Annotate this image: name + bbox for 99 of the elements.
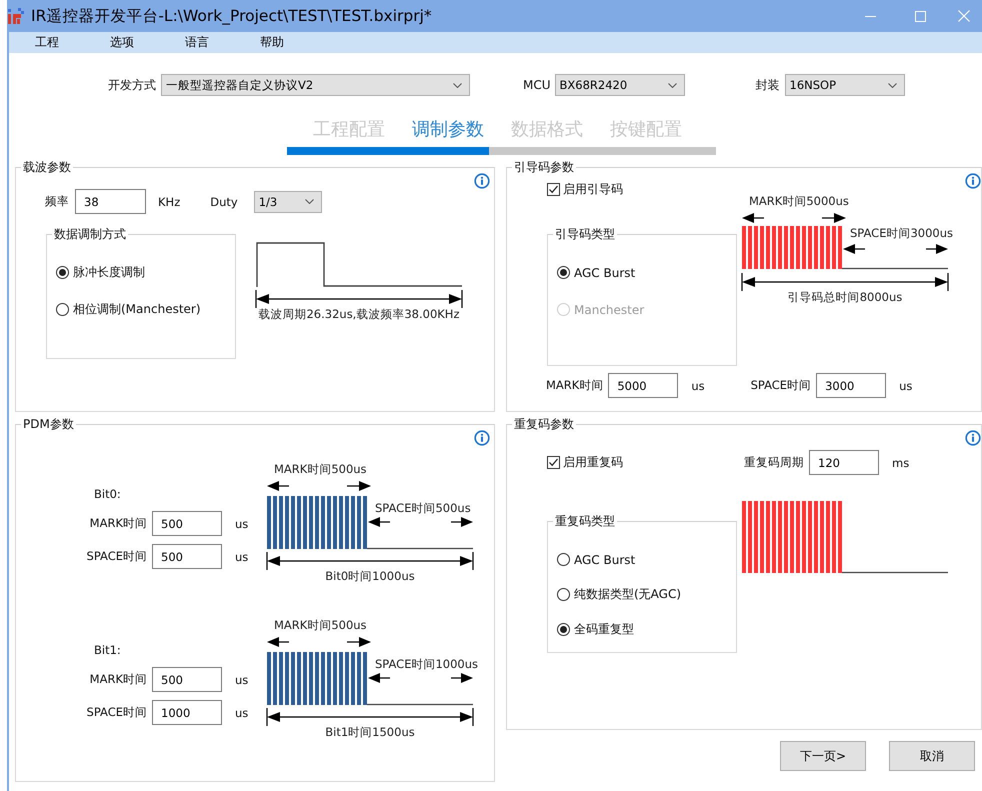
radio-label: 脉冲长度调制 — [73, 264, 145, 281]
right-arrow — [451, 673, 473, 683]
field-label: SPACE时间 — [750, 378, 812, 393]
checkbox[interactable] — [547, 456, 560, 469]
input-field[interactable]: 500 — [152, 511, 222, 536]
chevron-icon — [668, 82, 677, 88]
input-field[interactable]: 120 — [809, 450, 879, 475]
dialog-button[interactable]: 取消 — [889, 741, 975, 771]
field-label: 重复码周期 — [744, 455, 804, 470]
dropdown[interactable]: 一般型遥控器自定义协议V2 — [161, 74, 470, 96]
field-label: Duty — [210, 194, 238, 208]
checkbox-label: 启用重复码 — [563, 454, 623, 471]
right-arrow — [347, 481, 371, 491]
field-label: 封装 — [756, 76, 780, 94]
group-title: 重复码类型 — [554, 514, 616, 528]
menu-item[interactable]: 选项 — [110, 32, 185, 53]
maximize-icon — [914, 10, 926, 22]
field-label: MCU — [523, 78, 551, 92]
unit-label: us — [234, 516, 250, 530]
field-label: SPACE时间 — [86, 705, 147, 720]
unit-label: KHz — [158, 194, 180, 208]
right-arrow — [347, 637, 371, 647]
input-field[interactable]: 1000 — [152, 700, 222, 725]
info-icon[interactable] — [965, 173, 981, 189]
menu-item[interactable]: 工程 — [35, 32, 110, 53]
close-icon — [958, 10, 970, 22]
diagram-label: MARK时间5000us — [749, 194, 849, 208]
field-label: MARK时间 — [88, 516, 147, 531]
left-arrow — [267, 637, 289, 647]
dropdown[interactable]: 16NSOP — [784, 74, 905, 96]
radio-button[interactable] — [557, 266, 570, 279]
diagram-label: MARK时间500us — [274, 618, 367, 632]
input-field[interactable]: 500 — [152, 667, 222, 692]
left-arrow — [267, 481, 289, 491]
step-tab[interactable]: 调制参数 — [412, 118, 484, 142]
radio-button[interactable] — [557, 623, 570, 636]
menu-item[interactable]: 语言 — [185, 32, 260, 53]
radio-label: 纯数据类型(无AGC) — [574, 586, 682, 603]
unit-label: us — [899, 378, 912, 392]
radio-button[interactable] — [56, 303, 69, 316]
radio-button[interactable] — [557, 553, 570, 566]
group-title: 引导码参数 — [513, 160, 575, 174]
left-arrow — [368, 517, 390, 527]
menu-item[interactable]: 帮助 — [260, 32, 335, 53]
diagram-caption: 引导码总时间8000us — [788, 290, 902, 304]
radio-label: AGC Burst — [574, 552, 636, 566]
diagram-label: SPACE时间500us — [375, 501, 471, 515]
group-title: PDM参数 — [22, 417, 75, 431]
group-title: 重复码参数 — [513, 417, 575, 431]
diagram-caption: 载波周期26.32us,载波频率38.00KHz — [258, 307, 460, 321]
chevron-icon — [304, 199, 314, 204]
window-title: IR遥控器开发平台-L:\Work_Project\TEST\TEST.bxirprj* — [31, 6, 432, 26]
chevron-icon — [453, 82, 462, 88]
radio-label: 相位调制(Manchester) — [73, 301, 201, 318]
input-field[interactable]: 38 — [75, 189, 146, 214]
chevron-icon — [888, 82, 897, 88]
app-icon — [7, 7, 25, 25]
info-icon[interactable] — [965, 430, 981, 446]
right-arrow — [451, 517, 473, 527]
info-icon[interactable] — [474, 173, 490, 189]
input-field[interactable]: 3000 — [816, 373, 886, 398]
unit-label: us — [691, 378, 705, 392]
radio-button[interactable] — [557, 588, 570, 601]
field-label: 频率 — [45, 194, 69, 209]
unit-label: us — [234, 706, 250, 720]
dialog-button[interactable]: 下一页> — [780, 741, 866, 771]
info-icon[interactable] — [474, 430, 490, 446]
checkbox-label: 启用引导码 — [563, 180, 623, 198]
field-label: MARK时间 — [88, 672, 147, 687]
field-label: 开发方式 — [108, 76, 156, 94]
diagram-caption: Bit1时间1500us — [325, 725, 415, 739]
unit-label: ms — [892, 456, 910, 470]
group-title: 数据调制方式 — [53, 227, 127, 241]
input-field[interactable]: 500 — [152, 544, 222, 569]
right-arrow — [822, 213, 846, 223]
unit-label: us — [234, 672, 250, 686]
radio-label: 全码重复型 — [574, 621, 634, 638]
diagram-label: MARK时间500us — [274, 462, 367, 476]
radio-button[interactable] — [56, 266, 69, 279]
left-arrow — [368, 673, 390, 683]
field-label: SPACE时间 — [86, 549, 147, 564]
bit-label: Bit0: — [94, 487, 122, 501]
input-field[interactable]: 5000 — [608, 373, 678, 398]
dropdown[interactable]: BX68R2420 — [554, 74, 685, 96]
diagram-label: SPACE时间3000us — [850, 226, 954, 240]
group-title: 引导码类型 — [554, 227, 616, 241]
left-arrow — [742, 213, 764, 223]
unit-label: us — [234, 550, 250, 564]
field-label: MARK时间 — [546, 378, 604, 393]
radio-label: Manchester — [574, 302, 644, 316]
bit-label: Bit1: — [94, 643, 122, 657]
right-arrow — [926, 244, 948, 254]
radio-label: AGC Burst — [574, 266, 636, 280]
left-arrow — [843, 244, 865, 254]
group-title: 载波参数 — [22, 160, 72, 174]
diagram-label: SPACE时间1000us — [375, 657, 478, 671]
checkbox[interactable] — [547, 182, 560, 196]
dropdown[interactable]: 1/3 — [254, 190, 322, 212]
diagram-caption: Bit0时间1000us — [325, 569, 415, 583]
